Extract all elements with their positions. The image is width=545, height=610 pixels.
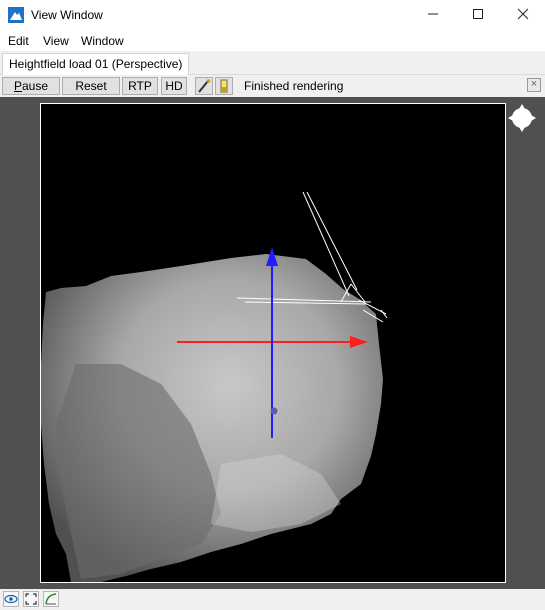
menu-view[interactable]: View	[43, 34, 69, 48]
pause-label: ause	[21, 79, 49, 93]
mountain-app-icon	[8, 7, 24, 23]
navigation-gizmo-icon[interactable]	[507, 103, 537, 133]
minimize-icon	[427, 13, 438, 15]
minimize-button[interactable]	[410, 0, 455, 31]
eye-icon[interactable]	[3, 591, 19, 607]
tab-heightfield-perspective[interactable]: Heightfield load 01 (Perspective)	[2, 53, 190, 75]
title-bar: View Window	[0, 0, 545, 31]
curve-icon[interactable]	[43, 591, 59, 607]
menu-bar: Edit View Window	[0, 31, 545, 51]
close-panel-icon[interactable]: ×	[527, 78, 541, 92]
heightfield-render	[41, 191, 388, 582]
render-toolbar: Pause Reset RTP HD Finished rendering ×	[0, 75, 545, 97]
status-bar	[0, 589, 545, 610]
battery-icon[interactable]	[215, 77, 233, 95]
menu-edit[interactable]: Edit	[8, 34, 29, 48]
window-title: View Window	[31, 8, 103, 22]
render-canvas[interactable]	[40, 103, 506, 583]
close-button[interactable]	[500, 0, 545, 31]
hd-button[interactable]: HD	[161, 77, 187, 95]
menu-window[interactable]: Window	[81, 34, 124, 48]
pivot-point	[270, 407, 278, 415]
reset-button[interactable]: Reset	[62, 77, 120, 95]
pause-mnemonic: P	[13, 79, 22, 93]
rtp-button[interactable]: RTP	[122, 77, 158, 95]
maximize-icon	[472, 9, 483, 19]
maximize-button[interactable]	[455, 0, 500, 31]
pause-button[interactable]: Pause	[2, 77, 60, 95]
close-icon	[517, 8, 528, 20]
render-status: Finished rendering	[244, 79, 344, 93]
frame-icon[interactable]	[23, 591, 39, 607]
paint-brush-icon[interactable]	[195, 77, 213, 95]
viewport-area	[0, 97, 545, 589]
tab-strip: Heightfield load 01 (Perspective)	[0, 51, 545, 75]
